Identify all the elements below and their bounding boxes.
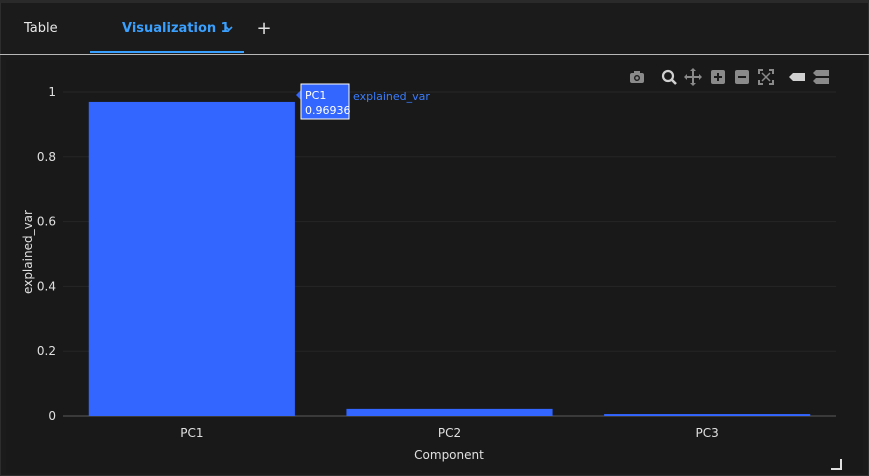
- bar-pc1[interactable]: [88, 101, 295, 416]
- y-tick-label: 1: [48, 85, 56, 99]
- x-axis-label: Component: [414, 448, 484, 462]
- zoom-in-icon[interactable]: [709, 68, 727, 86]
- y-tick-label: 0.6: [37, 215, 56, 229]
- y-tick-label: 0.8: [37, 150, 56, 164]
- x-axis-ticks: PC1 PC2 PC3: [180, 426, 719, 440]
- y-tick-label: 0: [48, 409, 56, 423]
- camera-icon[interactable]: [628, 68, 646, 86]
- x-tick-label: PC1: [180, 426, 203, 440]
- zoom-icon[interactable]: [660, 68, 678, 86]
- autoscale-icon[interactable]: [757, 68, 775, 86]
- hover-tooltip: PC1 0.96936 explained_var: [296, 83, 430, 120]
- x-tick-label: PC2: [438, 426, 461, 440]
- bars: [88, 101, 811, 416]
- y-tick-label: 0.2: [37, 344, 56, 358]
- hover-compare-icon[interactable]: [812, 68, 830, 86]
- y-axis-label: explained_var: [21, 210, 35, 294]
- pan-icon[interactable]: [684, 68, 702, 86]
- bar-pc2[interactable]: [346, 408, 553, 416]
- tooltip-value: 0.96936: [305, 104, 351, 117]
- zoom-out-icon[interactable]: [733, 68, 751, 86]
- tooltip-category: PC1: [305, 89, 326, 102]
- tooltip-series-name: explained_var: [353, 90, 430, 103]
- hover-closest-icon[interactable]: [788, 68, 806, 86]
- y-axis-ticks: 0 0.2 0.4 0.6 0.8 1: [37, 85, 56, 423]
- bar-pc3[interactable]: [604, 414, 811, 416]
- y-tick-label: 0.4: [37, 279, 56, 293]
- resize-handle-icon[interactable]: [830, 458, 842, 470]
- x-tick-label: PC3: [696, 426, 719, 440]
